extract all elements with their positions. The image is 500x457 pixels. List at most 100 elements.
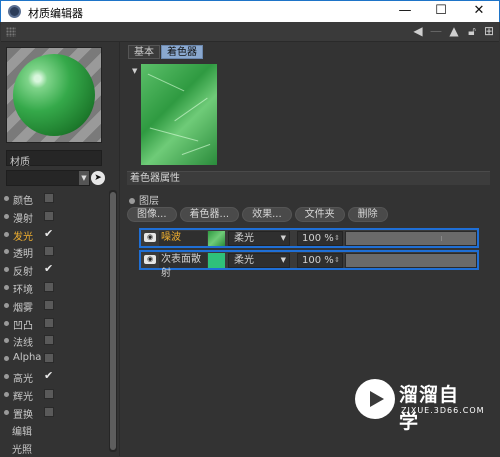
delete-button[interactable]: 删除 [347, 207, 388, 222]
chevron-down-icon[interactable]: ▼ [79, 171, 89, 185]
lock-icon[interactable]: 🔓︎ [465, 24, 479, 39]
slider-fill [346, 232, 476, 245]
channel-checkbox[interactable] [44, 388, 54, 399]
play-logo-icon [355, 379, 395, 419]
opacity-value: 100 % [302, 233, 334, 244]
bullet-icon [4, 409, 9, 415]
channel-checkbox[interactable] [44, 193, 54, 203]
cinema4d-app-icon [8, 5, 21, 18]
window-title: 材质编辑器 [28, 7, 83, 20]
channel-checkbox[interactable] [44, 335, 54, 346]
checkmark-icon[interactable]: ✔ [44, 228, 54, 239]
bullet-icon [4, 373, 9, 379]
shader-button[interactable]: 着色器... [179, 207, 240, 222]
maximize-button[interactable]: ☐ [421, 1, 461, 22]
bullet-icon [4, 267, 9, 273]
arrow-left-icon[interactable]: ◀ [411, 24, 425, 39]
channel-item[interactable]: 编辑 [1, 421, 111, 439]
channel-item[interactable]: Alpha [1, 350, 111, 368]
channel-item[interactable]: 法线 [1, 332, 111, 350]
channel-scrollbar[interactable] [109, 190, 117, 452]
effect-button[interactable]: 效果... [242, 207, 292, 222]
layer-name[interactable]: 次表面散射 [159, 253, 207, 279]
channel-label: 环境 [13, 284, 33, 296]
blend-mode-select[interactable]: 柔光 ▼ [228, 231, 290, 246]
folder-button[interactable]: 文件夹 [294, 207, 345, 222]
texture-vein [181, 143, 211, 156]
channel-item[interactable]: 辉光 [1, 386, 111, 404]
blend-mode-select[interactable]: 柔光 ▼ [228, 253, 290, 268]
grip-icon[interactable] [6, 27, 16, 37]
channel-checkbox[interactable] [44, 210, 54, 221]
channel-label: 辉光 [13, 391, 33, 403]
channel-label: 颜色 [13, 196, 33, 207]
opacity-field[interactable]: 100 % ⇕ [297, 253, 343, 268]
channel-label: 烟雾 [13, 302, 33, 314]
layer-label-row: 图层 [129, 192, 159, 207]
spinner-icon[interactable]: ⇕ [334, 254, 340, 267]
channel-item[interactable]: 光照 [1, 439, 111, 457]
layer-label: 图层 [139, 196, 159, 207]
tab-bar: 基本 着色器 [128, 45, 204, 60]
bullet-icon [4, 356, 9, 362]
minimize-button[interactable]: — [385, 1, 425, 22]
image-button[interactable]: 图像... [127, 207, 177, 222]
opacity-field[interactable]: 100 % ⇕ [297, 231, 343, 246]
bullet-icon [4, 196, 9, 201]
layer-row-sss[interactable]: ◉ 次表面散射 柔光 ▼ 100 % ⇕ [139, 250, 479, 279]
channel-item[interactable]: 烟雾 [1, 297, 111, 315]
channel-item[interactable]: 颜色 [1, 190, 111, 208]
checkmark-icon[interactable]: ✔ [44, 263, 54, 274]
eye-icon[interactable]: ◉ [144, 255, 156, 264]
channel-item[interactable]: 高光 ✔ [1, 368, 111, 386]
scrollbar-thumb[interactable] [110, 192, 116, 450]
section-header[interactable]: 着色器属性 [127, 171, 490, 185]
new-window-icon[interactable]: ⊞ [482, 24, 496, 39]
channel-item[interactable]: 发光 ✔ [1, 226, 111, 244]
channel-item[interactable]: 环境 [1, 279, 111, 297]
channel-checkbox[interactable] [44, 317, 54, 328]
cursor-icon[interactable]: ▲ [447, 24, 461, 39]
channel-checkbox[interactable] [44, 246, 54, 257]
channel-item[interactable]: 反射 ✔ [1, 261, 111, 279]
channel-item[interactable]: 漫射 [1, 208, 111, 226]
opacity-slider[interactable] [345, 253, 477, 268]
channel-checkbox[interactable] [44, 281, 54, 292]
channel-label: 编辑 [12, 427, 32, 439]
channel-label: 光照 [12, 445, 32, 457]
left-panel: 材质 ▼ ➤ 颜色 漫射 发光 ✔ 透明 反射 ✔ 环境 烟雾 凹凸 法线 Alph… [1, 42, 119, 456]
spinner-icon[interactable]: ⇕ [334, 232, 340, 245]
channel-item[interactable]: 凹凸 [1, 315, 111, 333]
opacity-slider[interactable] [345, 231, 477, 246]
material-name-field[interactable]: 材质 [6, 150, 102, 168]
tab-basic[interactable]: 基本 [128, 45, 160, 59]
channel-checkbox[interactable] [44, 406, 54, 417]
channel-label: 透明 [13, 249, 33, 261]
collapse-triangle-icon[interactable]: ▼ [132, 67, 137, 75]
chevron-down-icon: ▼ [280, 234, 286, 242]
channel-item[interactable]: 置换 [1, 404, 111, 422]
texture-vein [174, 97, 208, 122]
bullet-icon [4, 302, 9, 308]
close-button[interactable]: ✕ [459, 1, 499, 22]
watermark: 溜溜自学 ZIXUE.3D66.COM [355, 377, 484, 433]
channel-checkbox[interactable] [44, 299, 54, 310]
layer-thumbnail [208, 253, 225, 268]
slider-fill [346, 254, 476, 267]
arrow-right-icon[interactable]: — [429, 24, 443, 39]
channel-item[interactable]: 透明 [1, 243, 111, 261]
picker-icon[interactable]: ➤ [91, 171, 105, 185]
texture-vein [149, 127, 199, 142]
eye-icon[interactable]: ◉ [144, 233, 156, 242]
layer-name[interactable]: 噪波 [159, 231, 207, 246]
bullet-icon [4, 249, 9, 255]
material-preview[interactable] [6, 47, 102, 143]
layer-row-noise[interactable]: ◉ 噪波 柔光 ▼ 100 % ⇕ [139, 228, 479, 248]
bullet-icon [4, 320, 9, 326]
channel-label: 凹凸 [13, 320, 33, 332]
tab-shader[interactable]: 着色器 [161, 45, 203, 59]
channel-label: Alpha [13, 352, 42, 364]
checkmark-icon[interactable]: ✔ [44, 370, 54, 381]
material-dropdown[interactable]: ▼ [6, 170, 90, 186]
channel-checkbox[interactable] [44, 353, 54, 364]
